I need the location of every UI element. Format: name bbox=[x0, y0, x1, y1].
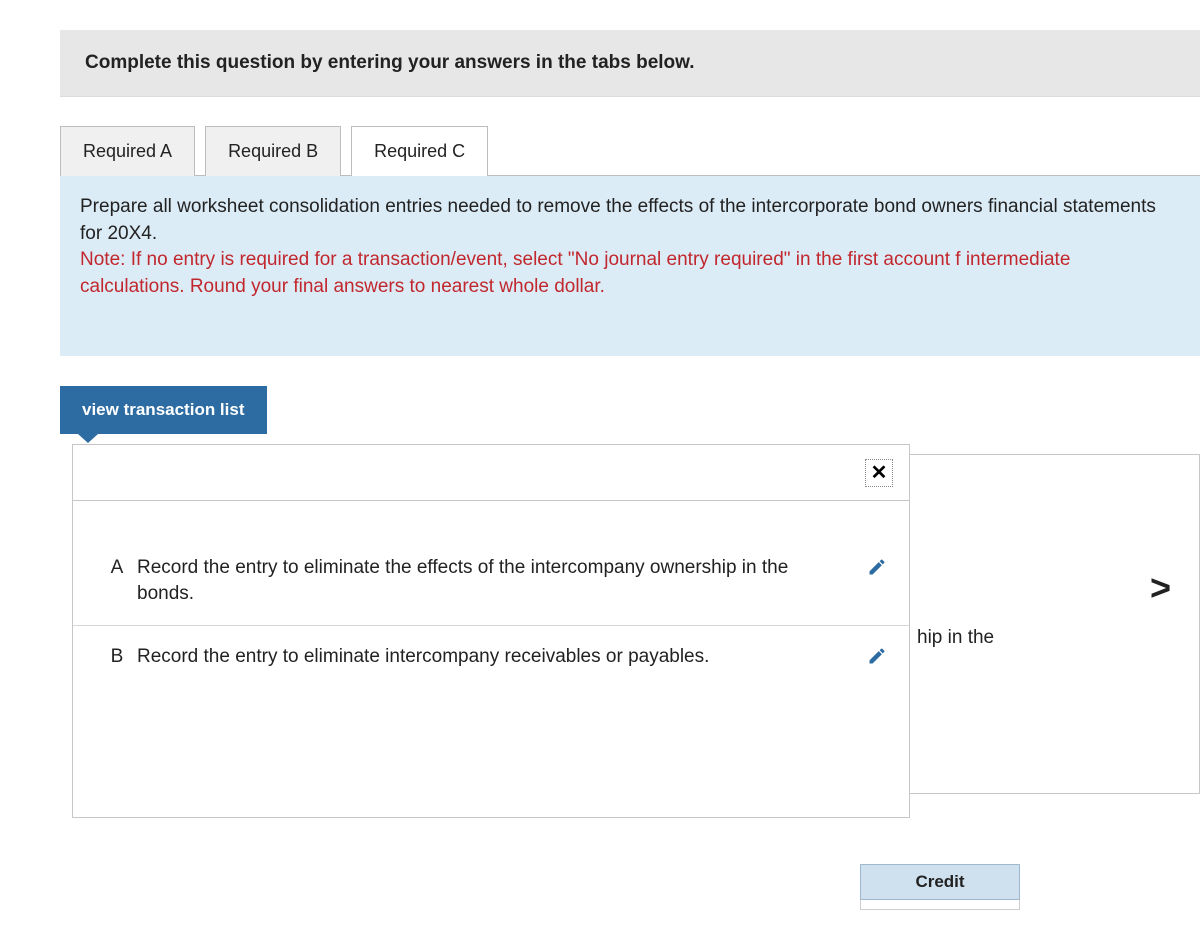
prompt-line-1: Prepare all worksheet consolidation entr… bbox=[80, 196, 983, 217]
transaction-row[interactable]: A Record the entry to eliminate the effe… bbox=[73, 537, 909, 624]
transaction-row-label: A bbox=[97, 555, 137, 579]
tabs-row: Required A Required B Required C bbox=[60, 125, 1200, 176]
background-card-fragment: hip in the bbox=[917, 627, 994, 649]
close-icon[interactable]: ✕ bbox=[865, 459, 893, 487]
transaction-row[interactable]: B Record the entry to eliminate intercom… bbox=[73, 625, 909, 688]
transaction-row-text: Record the entry to eliminate the effect… bbox=[137, 555, 857, 606]
pencil-icon bbox=[867, 646, 887, 666]
transaction-row-text: Record the entry to eliminate intercompa… bbox=[137, 644, 857, 670]
popup-body: A Record the entry to eliminate the effe… bbox=[73, 501, 909, 817]
tab-required-a[interactable]: Required A bbox=[60, 126, 195, 176]
transaction-list-popup: ✕ A Record the entry to eliminate the ef… bbox=[72, 444, 910, 818]
background-card: > hip in the bbox=[870, 454, 1200, 794]
stage-area: > hip in the Credit ✕ A Record the entry… bbox=[60, 444, 1200, 944]
prompt-note-1: Note: If no entry is required for a tran… bbox=[80, 249, 961, 270]
instruction-bar: Complete this question by entering your … bbox=[60, 30, 1200, 97]
edit-pencil-icon[interactable] bbox=[857, 644, 897, 666]
transaction-row-label: B bbox=[97, 644, 137, 668]
prompt-box: Prepare all worksheet consolidation entr… bbox=[60, 176, 1200, 356]
popup-header: ✕ bbox=[73, 445, 909, 501]
credit-column-cell[interactable] bbox=[860, 900, 1020, 910]
pencil-icon bbox=[867, 557, 887, 577]
view-transaction-list-button[interactable]: view transaction list bbox=[60, 386, 267, 434]
tab-required-b[interactable]: Required B bbox=[205, 126, 341, 176]
credit-column-header: Credit bbox=[860, 864, 1020, 900]
credit-column-fragment: Credit bbox=[860, 864, 1020, 910]
edit-pencil-icon[interactable] bbox=[857, 555, 897, 577]
tab-required-c[interactable]: Required C bbox=[351, 126, 488, 176]
next-arrow-icon[interactable]: > bbox=[1150, 567, 1171, 609]
